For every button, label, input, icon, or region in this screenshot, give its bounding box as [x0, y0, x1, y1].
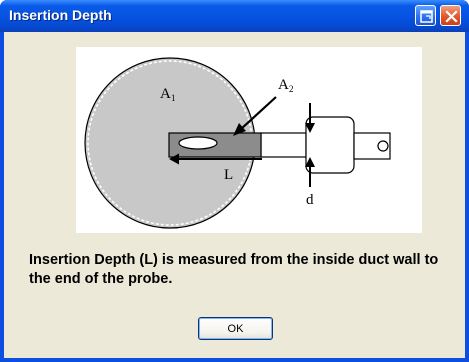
dialog-message: Insertion Depth (L) is measured from the…: [29, 252, 439, 287]
probe-shaft: [260, 132, 307, 158]
insertion-depth-diagram: A 1 A 2 L d: [76, 47, 422, 233]
window-title: Insertion Depth: [9, 7, 112, 23]
label-l: L: [224, 167, 233, 183]
connector-hole: [377, 140, 389, 152]
ok-button[interactable]: OK: [198, 317, 273, 340]
restore-button[interactable]: [415, 5, 436, 26]
sensor-opening: [178, 136, 218, 150]
close-icon: [445, 10, 458, 23]
label-a2: A: [278, 77, 289, 93]
diagram-svg: A 1 A 2 L d: [84, 57, 391, 229]
dialog-client-area: A 1 A 2 L d Insertion Depth (L) is measu…: [4, 32, 465, 358]
label-d: d: [306, 192, 314, 208]
close-button[interactable]: [440, 5, 461, 26]
restore-icon: [420, 10, 433, 23]
label-a1-sub: 1: [171, 93, 176, 103]
label-a2-sub: 2: [289, 84, 294, 94]
title-bar[interactable]: Insertion Depth: [0, 0, 469, 32]
label-a1: A: [160, 86, 171, 102]
dialog-window: Insertion Depth A 1 A 2 L d Insertion De…: [0, 0, 469, 362]
